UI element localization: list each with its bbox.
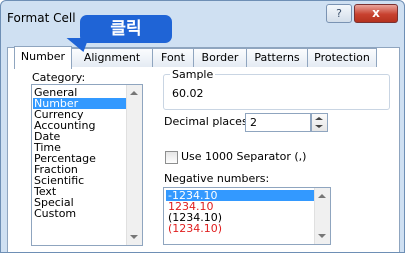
- negative-numbers-label: Negative numbers:: [164, 172, 270, 185]
- negative-scrollbar[interactable]: [314, 188, 330, 244]
- scroll-up-icon[interactable]: [318, 194, 326, 198]
- scroll-down-icon[interactable]: [130, 235, 138, 239]
- tab-border[interactable]: Border: [193, 48, 247, 67]
- close-button[interactable]: x: [354, 4, 398, 23]
- spin-up-icon[interactable]: [315, 117, 323, 120]
- scroll-up-icon[interactable]: [130, 91, 138, 95]
- decimal-places-spinner[interactable]: [311, 113, 328, 132]
- category-scrollbar[interactable]: [126, 85, 142, 245]
- category-item-custom[interactable]: Custom: [33, 208, 126, 219]
- tab-protection[interactable]: Protection: [307, 48, 377, 67]
- decimal-places-label: Decimal places:: [164, 115, 252, 128]
- tab-font[interactable]: Font: [152, 48, 194, 67]
- category-label: Category:: [32, 71, 86, 84]
- click-callout: 클릭: [80, 15, 172, 43]
- scroll-down-icon[interactable]: [318, 234, 326, 238]
- thousands-separator-checkbox[interactable]: [165, 151, 178, 164]
- negative-item-parens-red[interactable]: (1234.10): [166, 223, 314, 234]
- tab-patterns[interactable]: Patterns: [246, 48, 308, 67]
- dialog-title: Format Cell: [7, 11, 76, 25]
- decimal-places-input[interactable]: 2: [245, 113, 311, 132]
- negative-numbers-list[interactable]: -1234.10 1234.10 (1234.10) (1234.10): [163, 187, 331, 245]
- category-list[interactable]: General Number Currency Accounting Date …: [31, 84, 143, 246]
- thousands-separator-label: Use 1000 Separator (,): [181, 150, 307, 163]
- decimal-places-value: 2: [250, 116, 257, 129]
- sample-label: Sample: [170, 68, 216, 81]
- spin-down-icon[interactable]: [315, 125, 323, 128]
- sample-value: 60.02: [172, 87, 204, 100]
- help-button[interactable]: ?: [326, 4, 352, 23]
